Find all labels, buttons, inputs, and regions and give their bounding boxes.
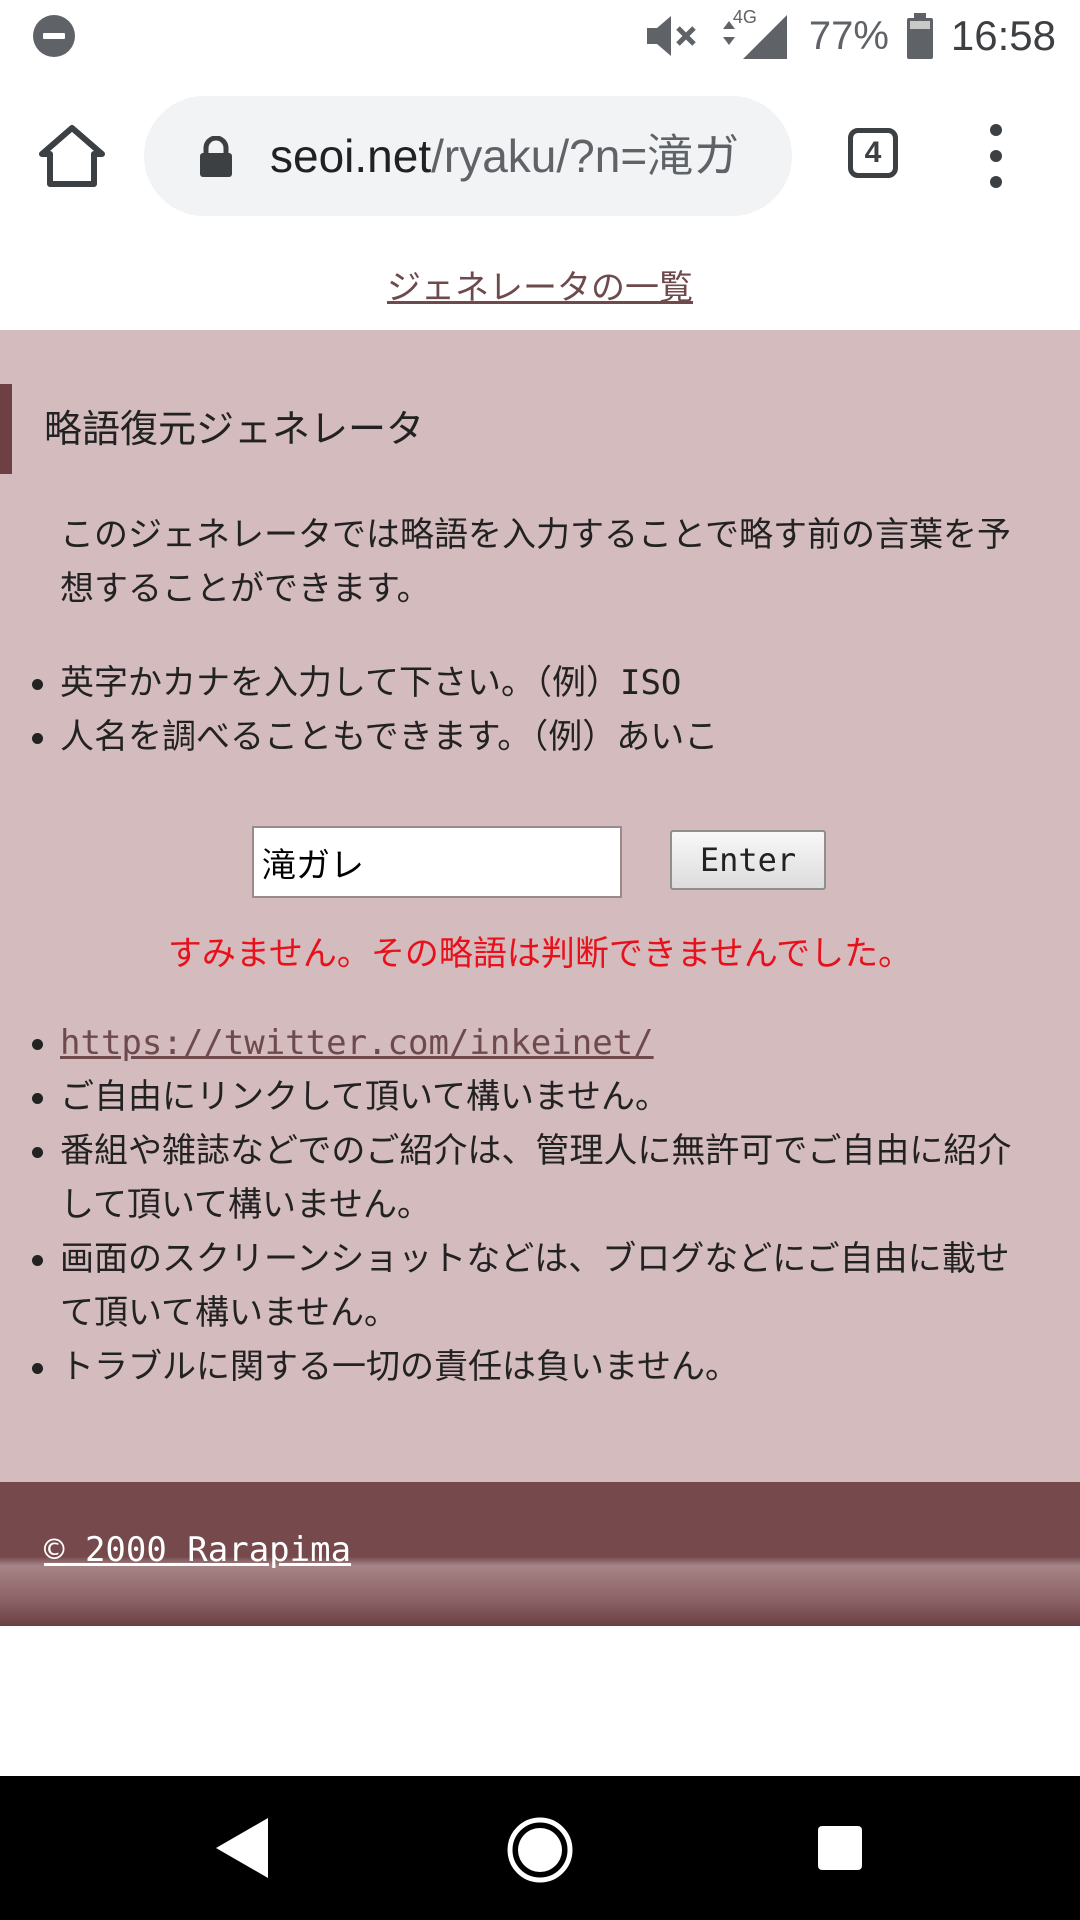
battery-percent: 77% <box>808 13 889 58</box>
address-bar[interactable]: seoi.net/ryaku/?n=滝ガ <box>144 96 792 216</box>
list-item: https://twitter.com/inkeinet/ <box>30 1016 1030 1070</box>
list-item: 画面のスクリーンショットなどは、ブログなどにご自由に載せて頂いて構いません。 <box>30 1232 1030 1340</box>
url-domain: seoi.net <box>270 130 432 182</box>
url-text: seoi.net/ryaku/?n=滝ガ <box>270 96 780 216</box>
copyright-link[interactable]: © 2000 Rarapima <box>44 1530 351 1570</box>
home-icon[interactable] <box>38 122 106 190</box>
battery-icon <box>906 13 933 59</box>
page-blank-area <box>0 1626 1080 1776</box>
tab-switcher-button[interactable]: 4 <box>848 128 898 178</box>
recents-icon[interactable] <box>818 1826 862 1870</box>
main-content: 略語復元ジェネレータ このジェネレータでは略語を入力することで略す前の言葉を予想… <box>0 330 1080 1482</box>
status-icons: 4G 77% 16:58 <box>645 0 1056 72</box>
home-nav-icon[interactable] <box>506 1816 574 1884</box>
enter-button[interactable]: Enter <box>670 830 826 890</box>
more-options-icon[interactable] <box>978 124 1014 188</box>
hint-text: 英字かカナを入力して下さい。（例） <box>60 663 620 703</box>
abbreviation-input[interactable] <box>252 826 622 898</box>
hint-text: 人名を調べることもできます。（例）あいこ <box>60 717 719 757</box>
clock: 16:58 <box>950 12 1056 59</box>
hint-example: ISO <box>619 663 682 703</box>
twitter-link[interactable]: https://twitter.com/inkeinet/ <box>60 1023 654 1063</box>
back-icon[interactable] <box>214 1816 270 1880</box>
description: このジェネレータでは略語を入力することで略す前の言葉を予想することができます。 <box>60 515 1011 609</box>
page-title: 略語復元ジェネレータ <box>44 407 425 451</box>
section-heading: 略語復元ジェネレータ <box>0 384 1080 474</box>
list-item: トラブルに関する一切の責任は負いません。 <box>30 1340 1030 1394</box>
status-bar: 4G 77% 16:58 <box>0 0 1080 72</box>
error-message: すみません。その略語は判断できませんでした。 <box>167 934 913 974</box>
list-item: 人名を調べることもできます。（例）あいこ <box>30 710 1030 764</box>
hint-list: 英字かカナを入力して下さい。（例）ISO 人名を調べることもできます。（例）あい… <box>30 656 1030 764</box>
do-not-disturb-icon <box>33 15 75 57</box>
abbreviation-form: Enter <box>0 826 1080 902</box>
footer: © 2000 Rarapima <box>0 1482 1080 1626</box>
list-item: ご自由にリンクして頂いて構いません。 <box>30 1070 1030 1124</box>
top-link-row: ジェネレータの一覧 <box>0 240 1080 330</box>
network-indicator: 4G <box>719 7 791 61</box>
system-nav-bar <box>0 1776 1080 1920</box>
generator-list-link[interactable]: ジェネレータの一覧 <box>387 260 693 309</box>
info-list: https://twitter.com/inkeinet/ ご自由にリンクして頂… <box>30 1016 1030 1394</box>
volume-muted-icon <box>646 16 696 56</box>
list-item: 番組や雑誌などでのご紹介は、管理人に無許可でご自由に紹介して頂いて構いません。 <box>30 1124 1030 1232</box>
list-item: 英字かカナを入力して下さい。（例）ISO <box>30 656 1030 710</box>
signal-icon <box>722 15 787 59</box>
url-path: /ryaku/?n=滝ガ <box>431 130 740 182</box>
lock-icon <box>200 136 232 177</box>
browser-toolbar: seoi.net/ryaku/?n=滝ガ 4 <box>0 72 1080 241</box>
